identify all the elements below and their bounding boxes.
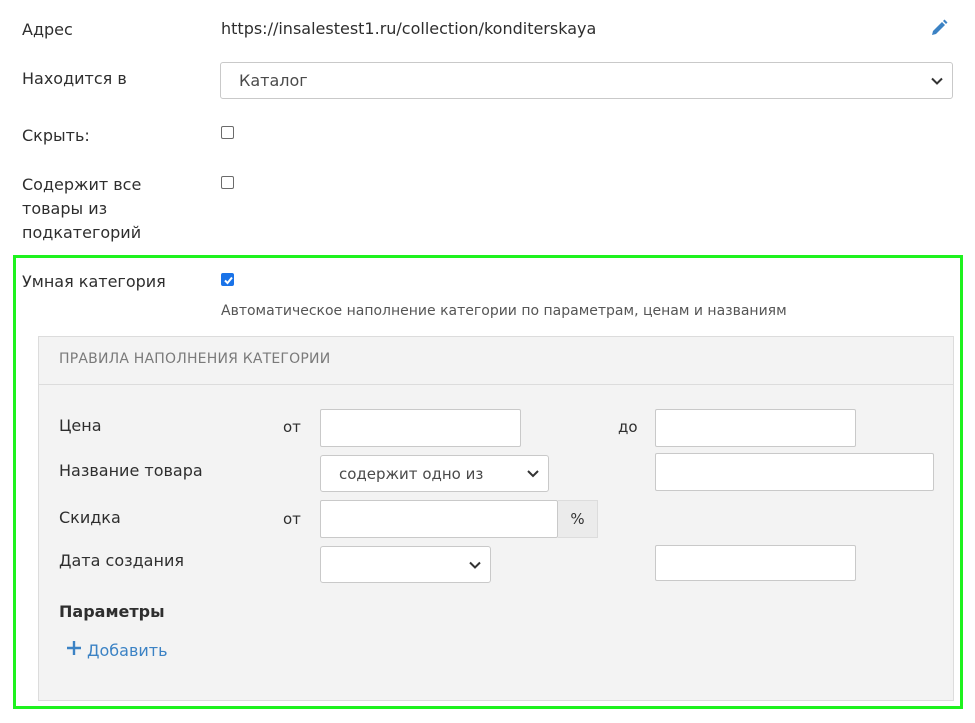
discount-from-label: от xyxy=(283,510,301,528)
smart-label: Умная категория xyxy=(22,272,166,291)
discount-label: Скидка xyxy=(59,508,121,527)
address-value: https://insalestest1.ru/collection/kondi… xyxy=(221,19,597,38)
created-select[interactable] xyxy=(320,546,491,583)
smart-checkbox[interactable] xyxy=(221,273,234,286)
discount-input[interactable] xyxy=(320,500,558,538)
price-label: Цена xyxy=(59,416,102,435)
parent-label: Находится в xyxy=(22,69,127,88)
chevron-down-icon xyxy=(526,465,540,483)
params-label: Параметры xyxy=(59,602,165,621)
add-param-button[interactable]: Добавить xyxy=(66,640,168,660)
subcategories-label-line3: подкатегорий xyxy=(22,223,142,242)
subcategories-label-line2: товары из xyxy=(22,199,108,218)
add-param-label: Добавить xyxy=(87,640,168,660)
hide-label: Скрыть: xyxy=(22,126,90,145)
parent-select[interactable]: Каталог xyxy=(220,62,953,99)
address-label: Адрес xyxy=(22,20,73,39)
name-condition-value: содержит одно из xyxy=(339,464,484,483)
price-to-input[interactable] xyxy=(655,409,856,447)
subcategories-label: Содержит все товары из подкатегорий xyxy=(22,173,141,245)
created-label: Дата создания xyxy=(59,551,184,570)
percent-addon: % xyxy=(558,500,598,538)
rules-header: ПРАВИЛА НАПОЛНЕНИЯ КАТЕГОРИИ xyxy=(39,337,953,385)
created-value-input[interactable] xyxy=(655,545,856,581)
name-condition-select[interactable]: содержит одно из xyxy=(320,455,549,492)
price-to-label: до xyxy=(618,418,638,436)
chevron-down-icon xyxy=(468,555,482,574)
hide-checkbox[interactable] xyxy=(221,126,234,139)
chevron-down-icon xyxy=(930,71,944,90)
name-label: Название товара xyxy=(59,461,203,480)
price-from-label: от xyxy=(283,418,301,436)
plus-icon xyxy=(66,640,82,660)
subcategories-label-line1: Содержит все xyxy=(22,175,142,194)
rules-title: ПРАВИЛА НАПОЛНЕНИЯ КАТЕГОРИИ xyxy=(59,351,331,367)
price-from-input[interactable] xyxy=(320,409,521,447)
subcategories-checkbox[interactable] xyxy=(221,176,234,189)
smart-hint: Автоматическое наполнение категории по п… xyxy=(221,303,787,319)
name-value-input[interactable] xyxy=(655,453,934,491)
parent-select-value: Каталог xyxy=(239,71,308,90)
pencil-icon[interactable] xyxy=(929,18,949,38)
